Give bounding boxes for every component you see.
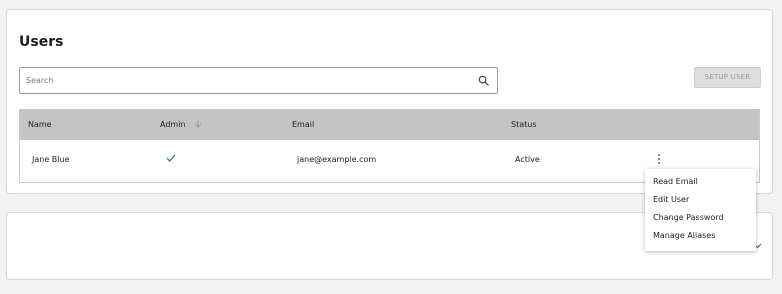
- check-icon: [166, 154, 176, 162]
- column-header-email[interactable]: Email: [292, 120, 314, 129]
- more-actions-icon[interactable]: [654, 154, 664, 167]
- search-input[interactable]: [26, 72, 466, 89]
- menu-item-change-password[interactable]: Change Password: [653, 213, 724, 222]
- page-title: Users: [19, 34, 64, 50]
- column-header-status[interactable]: Status: [511, 120, 537, 129]
- sort-arrow-down-icon[interactable]: [194, 119, 202, 128]
- menu-item-read-email[interactable]: Read Email: [653, 177, 698, 186]
- setup-user-button[interactable]: SETUP USER: [694, 67, 761, 88]
- column-header-admin[interactable]: Admin: [160, 120, 186, 129]
- search-icon[interactable]: [478, 75, 489, 86]
- user-name-cell: Jane Blue: [32, 155, 70, 164]
- menu-item-edit-user[interactable]: Edit User: [653, 195, 689, 204]
- menu-item-manage-aliases[interactable]: Manage Aliases: [653, 231, 715, 240]
- column-header-name[interactable]: Name: [28, 120, 52, 129]
- search-box[interactable]: [19, 67, 498, 94]
- users-card: Users SETUP USER Name Admin Email Status…: [6, 9, 773, 194]
- user-status-cell: Active: [515, 155, 540, 164]
- user-email-cell: jane@example.com: [297, 155, 377, 164]
- table-header: Name Admin Email Status: [20, 110, 759, 140]
- row-actions-menu: Read Email Edit User Change Password Man…: [645, 169, 756, 251]
